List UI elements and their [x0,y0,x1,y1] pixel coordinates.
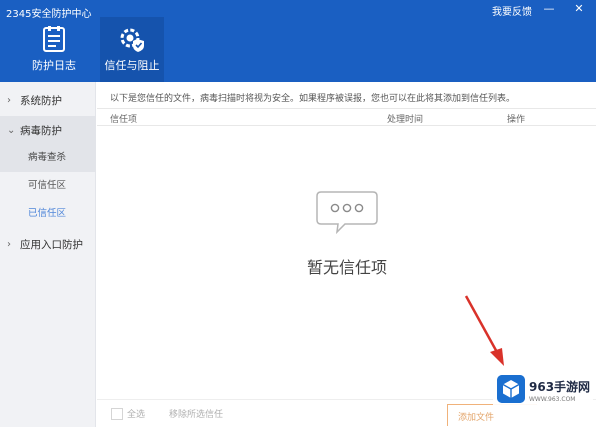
feedback-link[interactable]: 我要反馈 [492,3,532,18]
watermark-url: WWW.963.COM [529,396,576,403]
sidebar-item-virus-protection[interactable]: ⌄ 病毒防护 [0,116,96,146]
tab-protection-log[interactable]: 防护日志 [22,17,86,82]
sidebar-subitem-virus-scan[interactable]: 病毒查杀 [0,144,96,172]
watermark: 963手游网 WWW.963.COM [493,372,593,408]
sidebar-subitem-label: 已信任区 [28,208,67,219]
description-text: 以下是您信任的文件，病毒扫描时将视为安全。如果程序被误报，您也可以在此将其添加到… [110,94,516,104]
sidebar-item-app-entry-protection[interactable]: › 应用入口防护 [0,230,96,260]
chevron-right-icon: › [7,95,11,106]
tab-trust-block[interactable]: 信任与阻止 [100,17,164,82]
sidebar-item-label: 病毒防护 [20,125,62,137]
sidebar: › 系统防护 ⌄ 病毒防护 病毒查杀 可信任区 已信任区 › 应用入口防护 [0,82,96,427]
sidebar-item-label: 应用入口防护 [20,239,83,251]
sidebar-subitem-trusted-zone[interactable]: 已信任区 [0,200,96,228]
sidebar-subitem-trustable-zone[interactable]: 可信任区 [0,172,96,200]
sidebar-item-label: 系统防护 [20,95,62,107]
select-all-checkbox[interactable] [111,408,123,420]
chevron-right-icon: › [7,239,11,250]
column-header-action: 操作 [507,115,526,125]
cube-logo-icon [497,375,525,403]
tab-trust-block-label: 信任与阻止 [104,59,160,72]
watermark-name: 963手游网 [529,380,591,394]
sidebar-subitem-label: 病毒查杀 [28,152,67,163]
chevron-down-icon: ⌄ [7,125,16,136]
sidebar-item-system-protection[interactable]: › 系统防护 [0,86,96,116]
red-arrow-annotation [464,295,504,366]
column-header-trust-item: 信任项 [110,115,138,125]
shield-gear-icon [120,28,144,52]
log-icon [43,26,65,52]
minimize-button[interactable]: — [542,2,556,16]
chat-bubble-icon [316,191,378,235]
remove-trust-button[interactable]: 移除所选信任 [169,407,223,420]
tab-protection-log-label: 防护日志 [32,59,76,72]
close-button[interactable]: ✕ [572,2,586,16]
select-all-label: 全选 [127,410,146,420]
empty-state-text: 暂无信任项 [306,258,387,277]
column-header-time: 处理时间 [387,115,424,125]
header-bar: 2345安全防护中心 我要反馈 — ✕ 防护日志 信任与阻止 [0,0,596,82]
table-header: 信任项 处理时间 操作 [97,108,596,126]
sidebar-subitem-label: 可信任区 [28,180,67,191]
